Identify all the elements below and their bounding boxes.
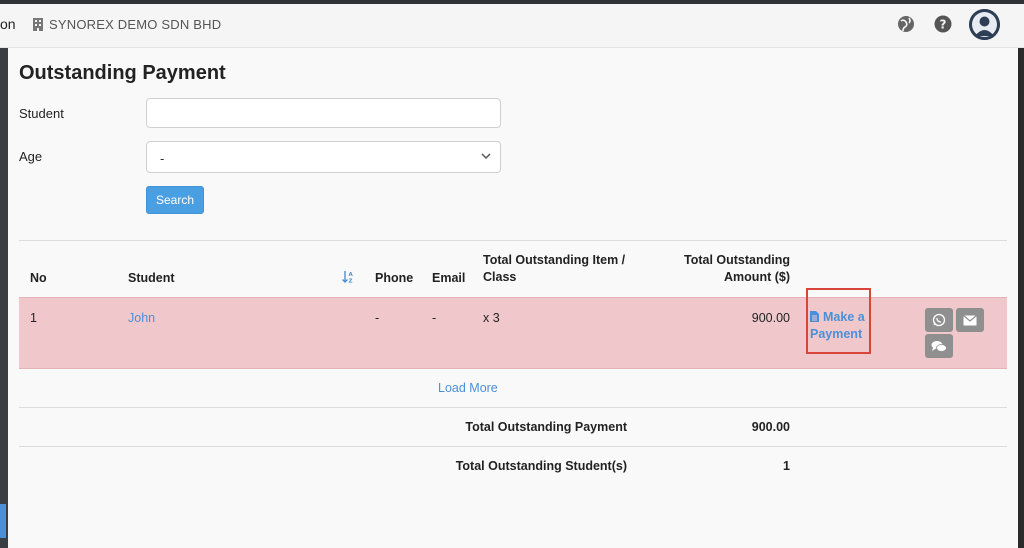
divider — [19, 240, 1007, 241]
sidebar-active-indicator — [0, 504, 6, 538]
total-payment-value: 900.00 — [751, 420, 790, 434]
top-header: on SYNOREX DEMO SDN BHD ? — [0, 4, 1024, 48]
row-email: - — [432, 311, 437, 325]
age-select[interactable]: - — [146, 141, 501, 173]
column-header-email: Email — [432, 271, 466, 285]
divider — [19, 407, 1007, 408]
user-avatar[interactable] — [969, 9, 1000, 40]
svg-text:A: A — [349, 272, 354, 278]
sidebar-edge — [0, 48, 8, 548]
help-icon[interactable]: ? — [933, 14, 953, 34]
brand-name-fragment: on — [0, 16, 16, 32]
envelope-icon — [963, 314, 977, 325]
row-amount: 900.00 — [751, 311, 790, 325]
column-header-no: No — [30, 271, 47, 285]
total-students-label: Total Outstanding Student(s) — [455, 459, 627, 473]
sms-button[interactable] — [925, 334, 953, 358]
whatsapp-button[interactable] — [925, 308, 953, 332]
column-header-student[interactable]: Student — [128, 270, 175, 287]
row-phone: - — [375, 311, 380, 325]
row-items: x 3 — [483, 311, 500, 325]
load-more-link[interactable]: Load More — [438, 381, 498, 395]
sort-icon[interactable]: AZ — [342, 270, 354, 285]
chevron-down-icon — [480, 150, 492, 162]
age-label: Age — [19, 149, 43, 164]
student-label: Student — [19, 106, 64, 121]
company-selector[interactable]: SYNOREX DEMO SDN BHD — [33, 17, 221, 32]
company-name: SYNOREX DEMO SDN BHD — [49, 17, 222, 32]
divider — [19, 446, 1007, 447]
whatsapp-icon — [932, 313, 946, 327]
svg-text:Z: Z — [349, 279, 353, 285]
svg-text:?: ? — [940, 18, 947, 32]
student-search-input[interactable] — [146, 98, 501, 128]
main-content: Outstanding Payment Student Age - Search… — [8, 48, 1018, 548]
row-no: 1 — [30, 311, 37, 325]
column-header-items: Total Outstanding Item / Class — [483, 252, 625, 286]
page-title: Outstanding Payment — [19, 62, 226, 84]
column-header-amount-line1: Total Outstanding — [683, 253, 790, 267]
annotation-highlight-box — [806, 288, 871, 354]
age-select-value: - — [160, 151, 165, 166]
email-button[interactable] — [956, 308, 984, 332]
column-header-phone: Phone — [375, 271, 414, 285]
search-button[interactable]: Search — [146, 186, 204, 214]
chat-bubbles-icon — [931, 340, 947, 352]
building-icon — [33, 18, 43, 31]
student-link[interactable]: John — [128, 311, 155, 325]
column-header-items-line1: Total Outstanding Item / — [483, 253, 626, 267]
column-header-amount-line2: Amount ($) — [724, 270, 790, 284]
total-students-value: 1 — [783, 459, 790, 473]
column-header-items-line2: Class — [483, 270, 517, 284]
column-header-amount: Total Outstanding Amount ($) — [658, 252, 790, 286]
total-payment-label: Total Outstanding Payment — [465, 420, 627, 434]
globe-icon[interactable] — [896, 14, 916, 34]
